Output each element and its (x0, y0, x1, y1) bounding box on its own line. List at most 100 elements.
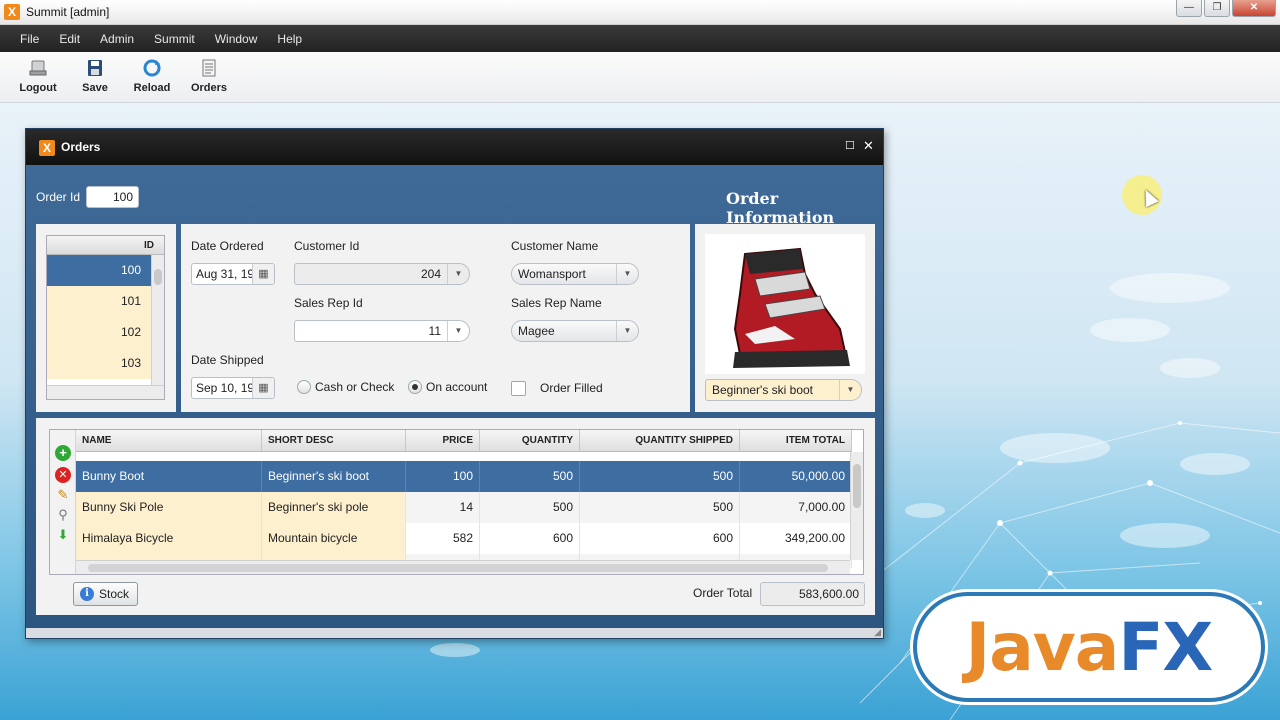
on-account-radio[interactable]: On account (408, 380, 487, 394)
order-filled-label: Order Filled (540, 381, 603, 395)
col-price-header[interactable]: PRICE (406, 430, 480, 451)
menu-edit[interactable]: Edit (59, 32, 80, 46)
id-list-item[interactable]: 103 (47, 348, 151, 379)
table-hscroll-thumb[interactable] (88, 564, 828, 572)
key-icon[interactable]: ⚲ (55, 507, 71, 523)
menu-help[interactable]: Help (277, 32, 302, 46)
table-row[interactable]: Bunny Ski Pole Beginner's ski pole 14 50… (76, 492, 852, 523)
minimize-button[interactable]: — (1176, 0, 1202, 17)
cell-quantity[interactable]: 500 (480, 492, 580, 523)
sales-rep-id-combo[interactable]: 11 ▼ (294, 320, 470, 342)
sales-rep-name-label: Sales Rep Name (511, 296, 602, 310)
radio-circle[interactable] (408, 380, 422, 394)
app-title: Summit [admin] (26, 5, 110, 19)
cash-or-check-radio[interactable]: Cash or Check (297, 380, 394, 394)
logout-button[interactable]: Logout (12, 52, 64, 100)
cell-quantity-shipped[interactable]: 500 (580, 461, 740, 492)
orders-window: X Orders ☐ ✕ Order Id 100 Order Informat… (25, 128, 884, 639)
orders-icon (199, 58, 219, 78)
cell-name[interactable]: Bunny Boot (76, 461, 262, 492)
date-ordered-picker[interactable]: Aug 31, 1992 ▦ (191, 263, 275, 285)
orders-button[interactable]: Orders (183, 52, 235, 100)
stock-button-label: Stock (99, 587, 130, 601)
product-combo-value: Beginner's ski boot (712, 383, 814, 397)
sales-rep-name-combo[interactable]: Magee ▼ (511, 320, 639, 342)
cell-item-total[interactable]: 349,200.00 (740, 523, 852, 554)
download-icon[interactable]: ⬇ (55, 527, 71, 543)
orders-window-header[interactable]: X Orders ☐ ✕ (26, 129, 883, 165)
order-id-label: Order Id (36, 190, 81, 204)
table-row[interactable]: Bunny Boot Beginner's ski boot 100 500 5… (76, 461, 852, 492)
cell-name[interactable]: Himalaya Bicycle (76, 523, 262, 554)
cell-item-total[interactable]: 50,000.00 (740, 461, 852, 492)
cell-price[interactable]: 14 (406, 492, 480, 523)
order-id-field[interactable]: 100 (86, 186, 139, 208)
menu-bar: File Edit Admin Summit Window Help (0, 25, 1280, 52)
app-title-bar: X Summit [admin] — ❐ ✕ (0, 0, 1280, 25)
edit-row-icon[interactable]: ✎ (55, 487, 71, 503)
order-total-field: 583,600.00 (760, 582, 865, 606)
calendar-icon[interactable]: ▦ (252, 378, 274, 398)
id-list[interactable]: ID 100 101 102 103 (46, 235, 165, 400)
add-row-icon[interactable]: + (55, 445, 71, 461)
id-list-item[interactable]: 100 (47, 255, 151, 286)
table-action-gutter: + ✕ ✎ ⚲ ⬇ (50, 430, 76, 574)
maximize-button[interactable]: ❐ (1204, 0, 1230, 17)
logo-fx: FX (1118, 608, 1213, 686)
cell-desc[interactable]: Beginner's ski pole (262, 492, 406, 523)
chevron-down-icon[interactable]: ▼ (447, 321, 469, 341)
menu-admin[interactable]: Admin (100, 32, 134, 46)
save-button[interactable]: Save (69, 52, 121, 100)
orders-window-body: Order Id 100 Order Information ID 100 10… (26, 165, 883, 628)
close-button[interactable]: ✕ (1232, 0, 1276, 17)
cell-desc[interactable]: Beginner's ski boot (262, 461, 406, 492)
reload-button[interactable]: Reload (126, 52, 178, 100)
save-label: Save (82, 82, 108, 94)
table-hscrollbar[interactable] (76, 560, 850, 574)
calendar-icon[interactable]: ▦ (252, 264, 274, 284)
date-shipped-picker[interactable]: Sep 10, 1992 ▦ (191, 377, 275, 399)
chevron-down-icon[interactable]: ▼ (839, 380, 861, 400)
radio-circle[interactable] (297, 380, 311, 394)
stock-button[interactable]: i Stock (73, 582, 139, 606)
col-item-total-header[interactable]: ITEM TOTAL (740, 430, 852, 451)
order-filled-checkbox[interactable] (511, 381, 526, 396)
customer-name-combo[interactable]: Womansport ▼ (511, 263, 639, 285)
resize-grip-icon[interactable]: ◢ (874, 627, 881, 638)
cell-quantity-shipped[interactable]: 600 (580, 523, 740, 554)
col-quantity-shipped-header[interactable]: QUANTITY SHIPPED (580, 430, 740, 451)
customer-id-combo[interactable]: 204 ▼ (294, 263, 470, 285)
menu-window[interactable]: Window (215, 32, 258, 46)
cell-item-total[interactable]: 7,000.00 (740, 492, 852, 523)
chevron-down-icon[interactable]: ▼ (616, 264, 638, 284)
id-list-item[interactable]: 101 (47, 286, 151, 317)
logo-java: Java (965, 608, 1120, 686)
menu-file[interactable]: File (20, 32, 39, 46)
orders-maximize-icon[interactable]: ☐ (845, 139, 855, 152)
id-list-scrollbar[interactable] (151, 255, 164, 385)
table-vscrollbar[interactable] (850, 452, 863, 560)
cell-name[interactable]: Bunny Ski Pole (76, 492, 262, 523)
javafx-logo: Java FX (913, 592, 1265, 702)
cell-price[interactable]: 100 (406, 461, 480, 492)
table-row[interactable]: Himalaya Bicycle Mountain bicycle 582 60… (76, 523, 852, 554)
cell-price[interactable]: 582 (406, 523, 480, 554)
chevron-down-icon[interactable]: ▼ (447, 264, 469, 284)
order-items-table: + ✕ ✎ ⚲ ⬇ NAME SHORT DESC PRICE QUANTITY… (49, 429, 864, 575)
col-quantity-header[interactable]: QUANTITY (480, 430, 580, 451)
delete-row-icon[interactable]: ✕ (55, 467, 71, 483)
product-combo[interactable]: Beginner's ski boot ▼ (705, 379, 862, 401)
table-scroll-thumb[interactable] (853, 464, 861, 508)
id-list-hscrollbar[interactable] (47, 385, 164, 399)
cell-quantity[interactable]: 600 (480, 523, 580, 554)
orders-close-icon[interactable]: ✕ (863, 138, 874, 154)
col-desc-header[interactable]: SHORT DESC (262, 430, 406, 451)
chevron-down-icon[interactable]: ▼ (616, 321, 638, 341)
menu-summit[interactable]: Summit (154, 32, 195, 46)
col-name-header[interactable]: NAME (76, 430, 262, 451)
cell-quantity-shipped[interactable]: 500 (580, 492, 740, 523)
cell-desc[interactable]: Mountain bicycle (262, 523, 406, 554)
cell-quantity[interactable]: 500 (480, 461, 580, 492)
id-list-item[interactable]: 102 (47, 317, 151, 348)
id-list-scroll-thumb[interactable] (154, 269, 162, 285)
